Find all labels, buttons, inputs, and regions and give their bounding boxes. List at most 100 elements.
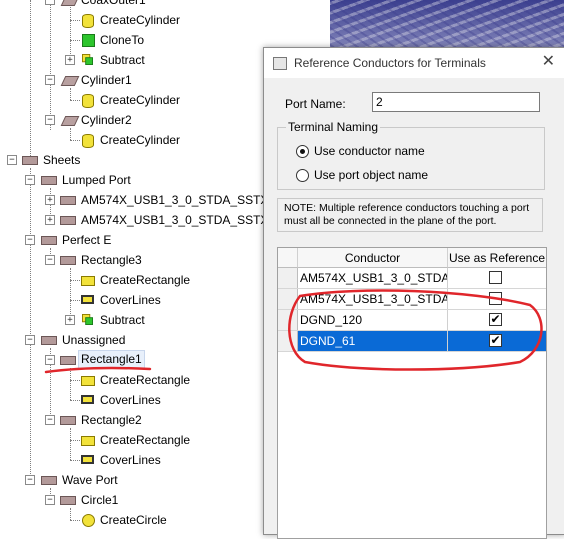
cylinder-object-icon [60, 116, 80, 126]
subtract-icon [82, 54, 93, 65]
cylinder-icon [82, 14, 94, 28]
reference-cell[interactable]: ✔ [448, 331, 546, 351]
terminal-naming-legend: Terminal Naming [286, 120, 381, 134]
conductor-grid[interactable]: Conductor Use as Reference AM574X_USB1_3… [277, 247, 547, 539]
conductor-cell[interactable]: AM574X_USB1_3_0_STDA... [298, 268, 448, 288]
tree-item-label: CreateRectangle [100, 273, 191, 287]
column-header-conductor[interactable]: Conductor [298, 248, 448, 268]
sheet-icon [41, 476, 57, 485]
sheet-icon [22, 156, 38, 165]
tree-item-label: Rectangle2 [81, 413, 142, 427]
grid-row[interactable]: DGND_120 ✔ [278, 310, 546, 331]
collapse-toggle[interactable]: − [25, 475, 35, 485]
tree-item-label: Cylinder2 [81, 113, 132, 127]
use-as-reference-checkbox[interactable]: ✔ [489, 313, 502, 326]
radio-unselected-icon[interactable] [296, 169, 309, 182]
grid-row-selected[interactable]: DGND_61 ✔ [278, 331, 546, 352]
conductor-cell[interactable]: DGND_120 [298, 310, 448, 330]
expand-toggle[interactable]: + [65, 55, 75, 65]
tree-item-label: CreateCylinder [100, 133, 181, 147]
tree-item-label: Sheets [43, 153, 81, 167]
grid-row[interactable]: AM574X_USB1_3_0_STDA... [278, 289, 546, 310]
use-as-reference-checkbox[interactable] [489, 271, 502, 284]
note-text: NOTE: Multiple reference conductors touc… [277, 198, 543, 232]
sheet-icon [60, 256, 76, 265]
collapse-toggle[interactable]: − [7, 155, 17, 165]
conductor-cell[interactable]: DGND_61 [298, 331, 448, 351]
cylinder-icon [82, 94, 94, 108]
tree-item-label: Subtract [100, 313, 145, 327]
collapse-toggle[interactable]: − [45, 415, 55, 425]
collapse-toggle[interactable]: − [45, 75, 55, 85]
tree-item-label: Wave Port [62, 473, 118, 487]
tree-item-label: CreateCylinder [100, 13, 181, 27]
tree-item-label: CloneTo [100, 33, 145, 47]
tree-item-label: Rectangle1 [78, 350, 145, 369]
port-name-label: Port Name: [285, 97, 346, 111]
collapse-toggle[interactable]: − [45, 0, 55, 5]
sheet-icon [60, 496, 76, 505]
sheet-icon [60, 216, 76, 225]
dialog-titlebar[interactable]: Reference Conductors for Terminals ✕ [264, 48, 564, 78]
radio-use-port-object-name[interactable]: Use port object name [296, 167, 429, 183]
terminal-naming-group: Terminal Naming Use conductor name Use p… [277, 120, 545, 190]
conductor-cell[interactable]: AM574X_USB1_3_0_STDA... [298, 289, 448, 309]
sheet-icon [41, 236, 57, 245]
row-header[interactable] [278, 310, 298, 330]
sheet-icon [60, 356, 76, 365]
reference-cell[interactable]: ✔ [448, 310, 546, 330]
use-as-reference-checkbox[interactable] [489, 292, 502, 305]
expand-toggle[interactable]: + [45, 215, 55, 225]
circle-icon [82, 514, 95, 527]
tree-item-label: Subtract [100, 53, 145, 67]
rectangle-icon [81, 276, 95, 286]
collapse-toggle[interactable]: − [25, 335, 35, 345]
tree-item-label: Cylinder1 [81, 73, 132, 87]
reference-cell[interactable] [448, 268, 546, 288]
tree-item-label: CoverLines [100, 393, 161, 407]
tree-item-label: AM574X_USB1_3_0_STDA_SSTX_ [81, 193, 276, 207]
sheet-icon [60, 416, 76, 425]
tree-item-label: CoaxOuter1 [81, 0, 146, 7]
tree-item-label: AM574X_USB1_3_0_STDA_SSTX_ [81, 213, 276, 227]
collapse-toggle[interactable]: − [45, 355, 55, 365]
port-name-input[interactable] [372, 92, 540, 112]
cylinder-icon [82, 134, 94, 148]
collapse-toggle[interactable]: − [45, 115, 55, 125]
subtract-icon [82, 314, 93, 325]
cylinder-object-icon [60, 76, 80, 86]
reference-conductors-dialog: Reference Conductors for Terminals ✕ Por… [263, 47, 564, 539]
expand-toggle[interactable]: + [45, 195, 55, 205]
sheet-icon [41, 336, 57, 345]
row-header[interactable] [278, 289, 298, 309]
dialog-title: Reference Conductors for Terminals [294, 56, 486, 70]
sheet-icon [41, 176, 57, 185]
tree-item-label: CreateCircle [100, 513, 167, 527]
radio-label: Use port object name [314, 168, 429, 182]
use-as-reference-checkbox[interactable]: ✔ [489, 334, 502, 347]
tree-item-label: Rectangle3 [81, 253, 142, 267]
cover-lines-icon [81, 455, 94, 464]
sheet-icon [60, 196, 76, 205]
grid-row[interactable]: AM574X_USB1_3_0_STDA... [278, 268, 546, 289]
cover-lines-icon [81, 295, 94, 304]
radio-selected-icon[interactable] [296, 145, 309, 158]
tree-item-label: CoverLines [100, 293, 161, 307]
collapse-toggle[interactable]: − [45, 495, 55, 505]
rectangle-icon [81, 436, 95, 446]
radio-label: Use conductor name [314, 144, 425, 158]
row-header[interactable] [278, 331, 298, 351]
row-header[interactable] [278, 268, 298, 288]
column-header-use-as-reference[interactable]: Use as Reference [448, 248, 546, 268]
collapse-toggle[interactable]: − [25, 175, 35, 185]
close-icon[interactable]: ✕ [542, 54, 555, 70]
collapse-toggle[interactable]: − [25, 235, 35, 245]
radio-use-conductor-name[interactable]: Use conductor name [296, 143, 425, 159]
tree-item-label: CreateRectangle [100, 433, 191, 447]
reference-cell[interactable] [448, 289, 546, 309]
tree-item-label: Unassigned [62, 333, 126, 347]
expand-toggle[interactable]: + [65, 315, 75, 325]
collapse-toggle[interactable]: − [45, 255, 55, 265]
row-header-corner [278, 248, 298, 268]
clone-icon [82, 34, 95, 47]
